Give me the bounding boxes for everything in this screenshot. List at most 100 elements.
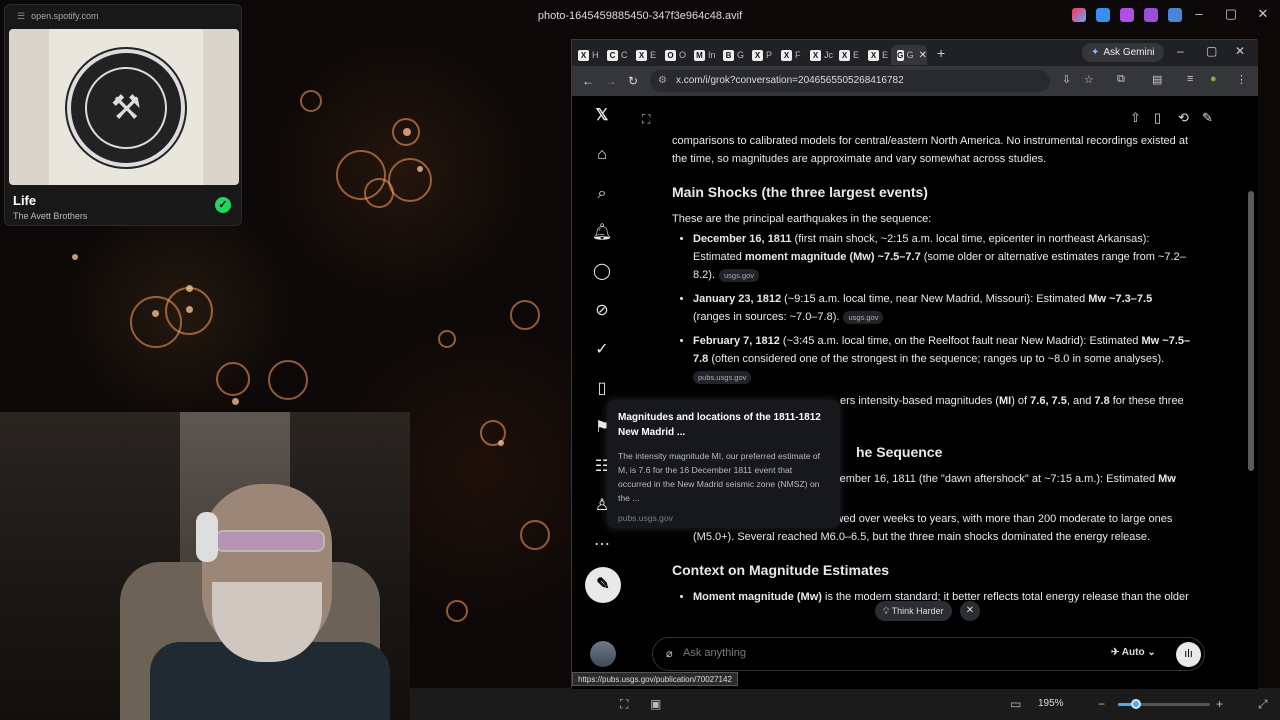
tab-5[interactable]: BG	[717, 45, 746, 65]
zoom-slider[interactable]	[1118, 699, 1210, 709]
tab-10[interactable]: XE	[862, 45, 891, 65]
tab-close-icon[interactable]: ✕	[919, 50, 927, 61]
tab-favicon-icon: B	[723, 49, 734, 61]
tab-9[interactable]: XE	[833, 45, 862, 65]
grok-input[interactable]: ⌀ Ask anything ✈ Auto ⌄ ılı	[652, 637, 1205, 671]
zoom-out-icon[interactable]: −	[1098, 697, 1105, 711]
avatar[interactable]	[590, 641, 616, 667]
reading-list-icon[interactable]: ≡	[1187, 73, 1193, 85]
home-icon[interactable]: ⌂	[590, 143, 614, 167]
tab-favicon-icon: X	[810, 49, 821, 61]
clipchamp-icon[interactable]	[1120, 8, 1134, 22]
browser-close-button[interactable]: ✕	[1235, 44, 1245, 58]
back-icon[interactable]: ←	[582, 74, 594, 88]
forward-icon[interactable]: →	[605, 74, 617, 88]
profile-icon[interactable]: ●	[1210, 73, 1217, 85]
search-icon[interactable]: ⌕	[590, 182, 614, 206]
viewer-bottom-bar: ⛶ ▣ ▭ 195% − + ⤢	[410, 688, 1280, 720]
tab-label: Jc	[824, 50, 833, 60]
tab-4[interactable]: M In	[688, 45, 717, 65]
tab-0[interactable]: XH	[572, 45, 601, 65]
tab-favicon-icon: X	[781, 49, 792, 61]
ask-gemini-button[interactable]: ✦ Ask Gemini	[1082, 43, 1164, 62]
tab-3[interactable]: OO	[659, 45, 688, 65]
viewer-close-button[interactable]: ✕	[1252, 6, 1274, 22]
tab-favicon-icon: X	[752, 49, 763, 61]
bookmark-icon[interactable]: ▯	[1154, 110, 1161, 126]
popup-source: pubs.usgs.gov	[618, 513, 673, 523]
tab-1[interactable]: CC	[601, 45, 630, 65]
source-chip[interactable]: pubs.usgs.gov	[693, 370, 752, 384]
copilot-icon[interactable]	[1072, 8, 1086, 22]
menu-icon[interactable]: ⋮	[1236, 73, 1247, 86]
edit-icon[interactable]	[1096, 8, 1110, 22]
tab-favicon-icon: X	[636, 49, 647, 61]
onedrive-icon[interactable]	[1168, 8, 1182, 22]
tab-2[interactable]: XE	[630, 45, 659, 65]
tab-favicon-icon: O	[665, 49, 676, 61]
tab-favicon-icon: M	[694, 49, 705, 61]
bookmark-star-icon[interactable]: ☆	[1084, 73, 1094, 86]
gemini-icon: ✦	[1091, 47, 1100, 58]
input-placeholder[interactable]: Ask anything	[683, 647, 746, 659]
popup-title[interactable]: Magnitudes and locations of the 1811-181…	[618, 410, 828, 440]
share-icon[interactable]: ⇧	[1130, 110, 1141, 126]
close-icon[interactable]: ✕	[960, 601, 980, 621]
address-bar-row: ← → ↻ ⚙ x.com/i/grok?conversation=204656…	[572, 66, 1258, 96]
attach-icon[interactable]: ⌀	[666, 647, 673, 660]
voice-icon[interactable]: ılı	[1176, 642, 1201, 667]
tab-label: F	[795, 50, 801, 60]
browser-maximize-button[interactable]: ▢	[1206, 44, 1217, 58]
zoom-in-icon[interactable]: +	[1216, 697, 1223, 711]
viewer-minimize-button[interactable]: –	[1188, 6, 1210, 21]
mode-selector[interactable]: ✈ Auto ⌄	[1111, 647, 1156, 658]
saved-check-icon[interactable]: ✓	[215, 197, 231, 213]
url-text[interactable]: x.com/i/grok?conversation=20465655052684…	[676, 75, 904, 86]
spotify-miniplayer[interactable]: ☰ open.spotify.com ⚒ Life The Avett Broth…	[4, 4, 242, 226]
source-chip[interactable]: usgs.gov	[719, 268, 760, 282]
album-art: ⚒	[9, 29, 239, 185]
x-logo-icon[interactable]: 𝕏	[590, 104, 614, 128]
tab-label: E	[650, 50, 657, 60]
think-harder-button[interactable]: 💡︎ Think Harder	[875, 601, 952, 621]
expand-icon[interactable]: ⛶	[642, 112, 650, 127]
grok-compose-button[interactable]: ✎	[585, 567, 621, 603]
site-info-icon[interactable]: ⚙	[658, 75, 667, 86]
zoom-slider-thumb[interactable]	[1131, 699, 1142, 709]
tab-11[interactable]: G G ✕	[891, 45, 927, 65]
extensions-icon[interactable]: ⧉	[1117, 73, 1125, 86]
grok-icon[interactable]: ⊘	[590, 299, 614, 323]
new-chat-icon[interactable]: ✎	[1202, 110, 1213, 126]
crop-icon[interactable]: ▣	[650, 697, 661, 711]
fit-icon[interactable]: ⛶	[620, 697, 628, 712]
tune-icon: ☰	[17, 11, 26, 21]
bookmarks-icon[interactable]: ▯	[590, 377, 614, 401]
viewer-maximize-button[interactable]: ▢	[1220, 6, 1242, 22]
tab-label: P	[766, 50, 773, 60]
source-preview-popup[interactable]: Magnitudes and locations of the 1811-181…	[607, 400, 840, 528]
tab-7[interactable]: XF	[775, 45, 804, 65]
reload-icon[interactable]: ↻	[628, 74, 638, 88]
browser-minimize-button[interactable]: –	[1177, 44, 1184, 58]
url-field[interactable]: ⚙ x.com/i/grok?conversation=204656550526…	[650, 70, 1050, 92]
main-shocks-heading: Main Shocks (the three largest events)	[672, 184, 928, 200]
fullscreen-icon[interactable]: ⤢	[1258, 697, 1268, 712]
more-icon[interactable]: ⋯	[590, 533, 614, 557]
tab-label: E	[853, 50, 860, 60]
zoom-level[interactable]: 195%	[1038, 698, 1064, 709]
verified-icon[interactable]: ✓	[590, 338, 614, 362]
actual-size-icon[interactable]: ▭	[1010, 697, 1021, 711]
tab-8[interactable]: X Jc	[804, 45, 833, 65]
notifications-icon[interactable]: 🔔︎	[590, 221, 614, 245]
source-chip[interactable]: usgs.gov	[843, 310, 884, 324]
install-icon[interactable]: ⇩	[1062, 73, 1071, 86]
popup-description: The intensity magnitude MI, our preferre…	[618, 451, 821, 503]
list-item: December 16, 1811 (first main shock, ~2:…	[693, 230, 1192, 284]
scrollbar[interactable]	[1248, 191, 1254, 471]
designer-icon[interactable]	[1144, 8, 1158, 22]
sidepanel-icon[interactable]: ▤	[1152, 73, 1162, 86]
messages-icon[interactable]: ◯	[590, 260, 614, 284]
new-tab-button[interactable]: +	[937, 45, 945, 61]
history-icon[interactable]: ⟲	[1178, 110, 1189, 126]
tab-6[interactable]: XP	[746, 45, 775, 65]
